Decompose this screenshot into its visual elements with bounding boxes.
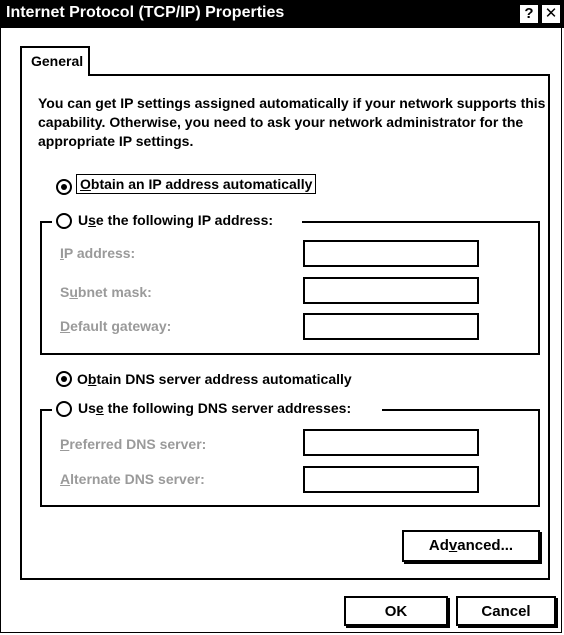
- ok-button[interactable]: OK: [344, 596, 448, 626]
- obtain-ip-auto-label[interactable]: Obtain an IP address automatically: [76, 174, 317, 194]
- advanced-button[interactable]: Advanced...: [402, 530, 540, 562]
- default-gateway-input[interactable]: [303, 313, 479, 340]
- window-title: Internet Protocol (TCP/IP) Properties: [6, 4, 285, 21]
- label-text: O: [77, 371, 88, 387]
- alternate-dns-input[interactable]: [303, 466, 479, 493]
- default-gateway-label: Default gateway:: [60, 318, 172, 334]
- mnemonic: O: [80, 176, 91, 192]
- use-following-ip-label[interactable]: Use the following IP address:: [78, 212, 273, 228]
- subnet-mask-label: Subnet mask:: [60, 284, 152, 300]
- tab-general[interactable]: General: [20, 46, 90, 76]
- intro-text: You can get IP settings assigned automat…: [38, 95, 546, 149]
- ip-address-label: IP address:: [60, 245, 136, 261]
- label-text: Us: [78, 400, 96, 416]
- cancel-button[interactable]: Cancel: [456, 596, 556, 626]
- alternate-dns-label: Alternate DNS server:: [60, 471, 205, 487]
- label-text: e the following IP address:: [95, 212, 274, 228]
- label-text: U: [78, 212, 89, 228]
- obtain-dns-auto-radio[interactable]: [56, 371, 72, 387]
- use-following-dns-label[interactable]: Use the following DNS server addresses:: [78, 400, 351, 416]
- title-bar[interactable]: Internet Protocol (TCP/IP) Properties ? …: [0, 0, 564, 28]
- label-text: btain an IP address automatically: [90, 176, 313, 192]
- obtain-ip-auto-radio[interactable]: [56, 179, 72, 195]
- focus-rect: Obtain an IP address automatically: [76, 174, 317, 194]
- use-following-dns-radio[interactable]: [56, 401, 72, 417]
- obtain-dns-auto-label[interactable]: Obtain DNS server address automatically: [77, 371, 352, 387]
- label-text: tain DNS server address automatically: [96, 371, 352, 387]
- mnemonic: e: [95, 400, 104, 416]
- mnemonic: s: [88, 212, 96, 228]
- ip-address-input[interactable]: [303, 240, 479, 267]
- subnet-mask-input[interactable]: [303, 277, 479, 304]
- preferred-dns-input[interactable]: [303, 429, 479, 456]
- close-button[interactable]: ✕: [542, 5, 560, 23]
- help-button[interactable]: ?: [520, 5, 538, 23]
- preferred-dns-label: Preferred DNS server:: [60, 436, 207, 452]
- label-text: the following DNS server addresses:: [103, 400, 352, 416]
- use-following-ip-radio[interactable]: [56, 213, 72, 229]
